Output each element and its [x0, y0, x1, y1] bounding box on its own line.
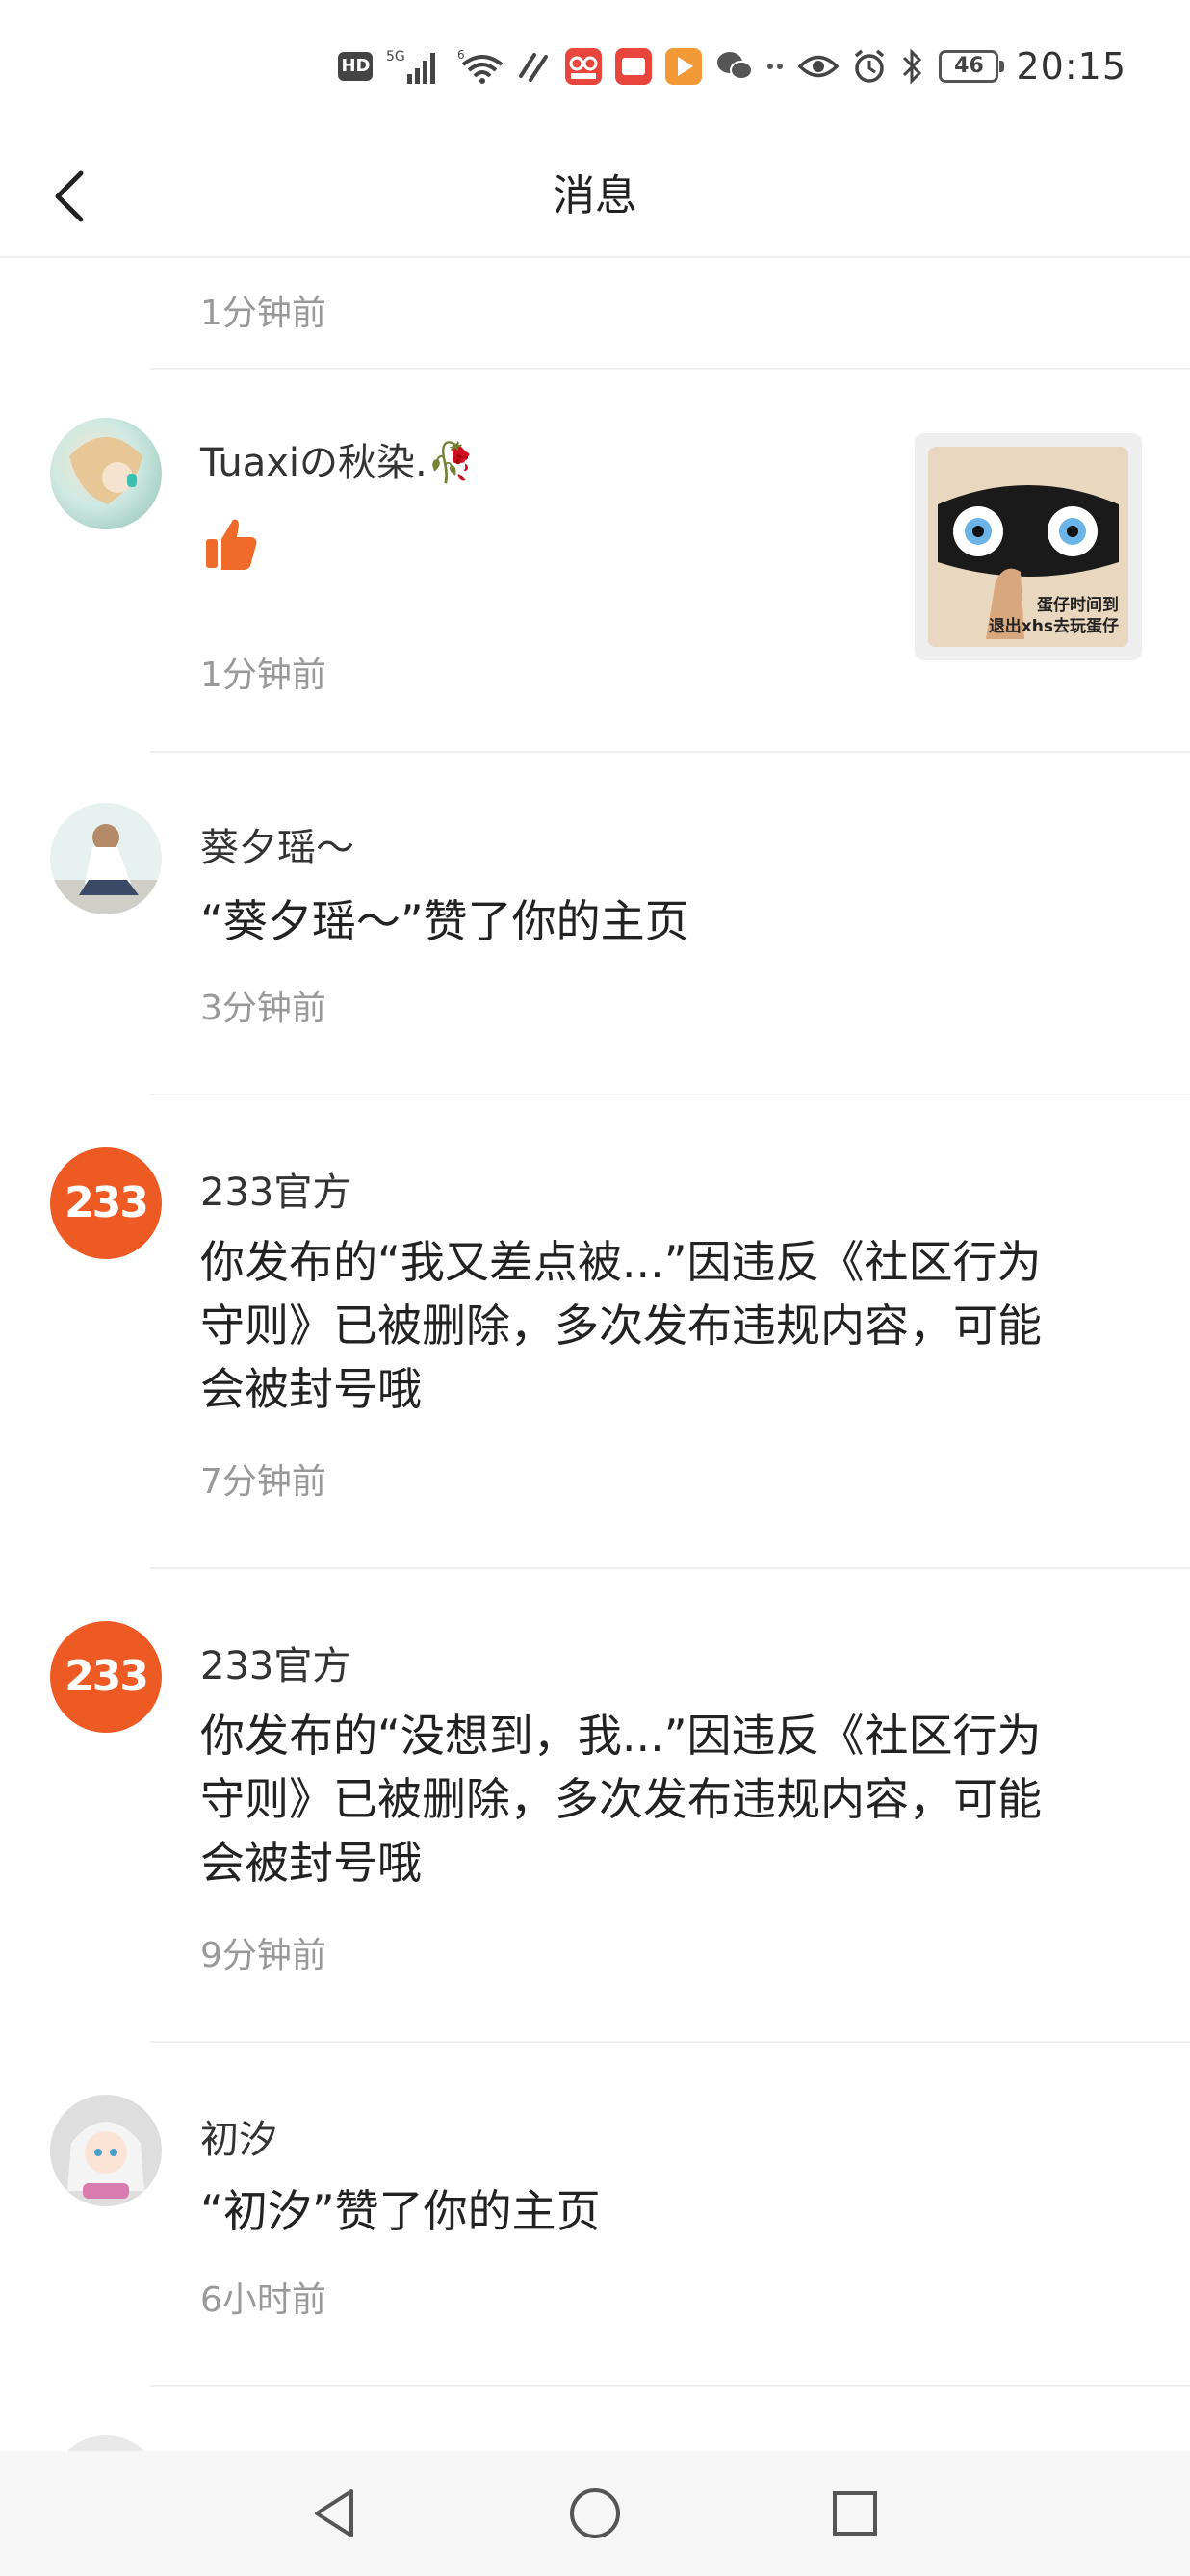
- avatar-233-official[interactable]: 233: [50, 1621, 162, 1733]
- system-home-button[interactable]: [561, 2480, 629, 2547]
- cellular-signal-icon: 5G: [386, 47, 444, 86]
- message-time: 6小时前: [200, 2280, 326, 2320]
- message-time: 3分钟前: [200, 989, 326, 1028]
- message-time: 1分钟前: [200, 294, 326, 333]
- list-item[interactable]: 初汐 “初汐”赞了你的主页 6小时前: [0, 2043, 1190, 2387]
- message-body: 你发布的“我又差点被...”因违反《社区行为守则》已被删除，多次发布违规内容，可…: [200, 1236, 1042, 1415]
- system-recents-button[interactable]: [821, 2480, 889, 2547]
- hd-icon: HD: [338, 52, 374, 81]
- avatar-text: 233: [65, 1178, 149, 1227]
- sender-name[interactable]: Tuaxiの秋染.🥀: [200, 431, 476, 487]
- system-navigation-bar: [0, 2451, 1190, 2576]
- avatar[interactable]: [50, 803, 162, 914]
- message-time: 9分钟前: [200, 1936, 326, 1975]
- triangle-back-icon: [315, 2489, 353, 2537]
- thumbnail-image: 蛋仔时间到 退出xhs去玩蛋仔: [928, 447, 1128, 647]
- avatar[interactable]: [50, 418, 162, 529]
- message-time: 7分钟前: [200, 1462, 326, 1502]
- sender-name[interactable]: 葵夕瑶～: [200, 816, 354, 872]
- list-item[interactable]: 233 233官方 你发布的“我又差点被...”因违反《社区行为守则》已被删除，…: [0, 1095, 1190, 1569]
- clock: 20:15: [1016, 45, 1126, 88]
- sender-name[interactable]: 233官方: [200, 1161, 350, 1217]
- more-dots-icon: [767, 62, 785, 71]
- message-body: “葵夕瑶～”赞了你的主页: [200, 895, 689, 947]
- list-item[interactable]: 葵夕瑶～ “葵夕瑶～”赞了你的主页 3分钟前: [0, 753, 1190, 1095]
- message-body: “初汐”赞了你的主页: [200, 2185, 601, 2237]
- svg-text:6: 6: [457, 48, 465, 62]
- message-time: 1分钟前: [200, 656, 326, 695]
- system-back-button[interactable]: [301, 2480, 369, 2547]
- header: 消息: [0, 135, 1190, 258]
- square-recents-icon: [833, 2491, 877, 2536]
- sender-name[interactable]: 233官方: [200, 1635, 350, 1690]
- list-item[interactable]: 233 233官方 你发布的“没想到，我...”因违反《社区行为守则》已被删除，…: [0, 1569, 1190, 2043]
- thumbnail-caption: 蛋仔时间到 退出xhs去玩蛋仔: [988, 596, 1119, 636]
- app-notification-icon: [565, 48, 603, 85]
- message-body: 你发布的“没想到，我...”因违反《社区行为守则》已被删除，多次发布违规内容，可…: [200, 1710, 1042, 1889]
- avatar[interactable]: [50, 2095, 162, 2206]
- nfc-icon: [517, 49, 552, 84]
- wechat-icon: [715, 49, 754, 84]
- svg-text:5G: 5G: [386, 49, 405, 64]
- thumbs-up-icon: [206, 519, 257, 570]
- avatar-text: 233: [65, 1652, 149, 1701]
- circle-home-icon: [570, 2488, 620, 2538]
- battery-icon: 46: [939, 50, 1005, 83]
- avatar-233-official[interactable]: 233: [50, 1147, 162, 1259]
- eye-icon: [798, 52, 840, 81]
- bluetooth-icon: [900, 48, 925, 85]
- post-thumbnail[interactable]: 蛋仔时间到 退出xhs去玩蛋仔: [915, 433, 1142, 660]
- shop-app-icon: [615, 48, 653, 85]
- wifi-icon: 6: [457, 47, 504, 86]
- status-bar: HD 5G 6 46 20:15: [0, 0, 1190, 135]
- list-item[interactable]: Tuaxiの秋染.🥀 1分钟前 蛋仔时间到 退出xhs去玩蛋仔: [0, 370, 1190, 753]
- status-icons: HD 5G 6 46 20:15: [338, 39, 1126, 94]
- alarm-icon: [852, 48, 887, 85]
- page-title: 消息: [553, 171, 637, 220]
- sender-name[interactable]: 初汐: [200, 2108, 277, 2164]
- list-item[interactable]: [0, 2387, 1190, 2547]
- list-item[interactable]: 1分钟前: [0, 260, 1190, 370]
- video-app-icon: [665, 48, 703, 85]
